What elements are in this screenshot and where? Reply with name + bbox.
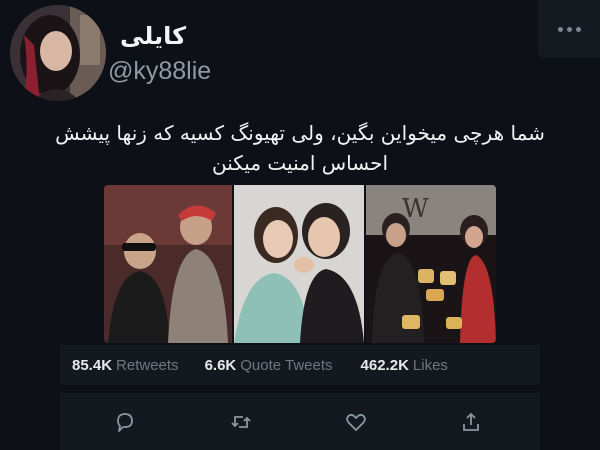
avatar-image — [10, 5, 106, 101]
more-options-button[interactable] — [538, 0, 600, 58]
like-button[interactable] — [345, 411, 367, 433]
media-photo-2[interactable] — [234, 185, 364, 343]
quote-tweets-stat[interactable]: 6.6K Quote Tweets — [205, 357, 333, 374]
display-name[interactable]: کایلی — [120, 22, 186, 50]
reply-icon — [117, 413, 133, 432]
like-icon — [346, 413, 366, 431]
quote-tweets-label: Quote Tweets — [240, 356, 333, 374]
reply-button[interactable] — [114, 411, 136, 433]
retweet-button[interactable] — [230, 411, 252, 433]
share-icon — [463, 412, 479, 431]
media-grid: W — [104, 185, 496, 343]
user-handle[interactable]: @ky88lie — [108, 57, 211, 86]
likes-stat[interactable]: 462.2K Likes — [361, 357, 448, 374]
retweets-stat[interactable]: 85.4K Retweets — [72, 357, 179, 374]
tweet-text-line-2: احساس امنیت میکنن — [211, 151, 388, 175]
more-icon — [557, 26, 581, 32]
retweet-icon — [231, 416, 251, 428]
tweet-text: شما هرچی میخواین بگین، ولی تهیونگ کسیه ک… — [40, 118, 560, 178]
media-photo-1[interactable] — [104, 185, 232, 343]
tweet-text-line-1: شما هرچی میخواین بگین، ولی تهیونگ کسیه ک… — [55, 121, 545, 145]
engagement-stats: 85.4K Retweets 6.6K Quote Tweets 462.2K … — [60, 345, 540, 385]
media-photo-3[interactable]: W — [366, 185, 496, 343]
likes-count: 462.2K — [360, 356, 409, 374]
quote-tweets-count: 6.6K — [204, 356, 237, 374]
retweets-count: 85.4K — [72, 356, 113, 374]
avatar[interactable] — [10, 5, 106, 101]
share-button[interactable] — [460, 411, 482, 433]
retweets-label: Retweets — [116, 356, 179, 374]
action-bar — [60, 393, 540, 450]
likes-label: Likes — [412, 356, 448, 374]
